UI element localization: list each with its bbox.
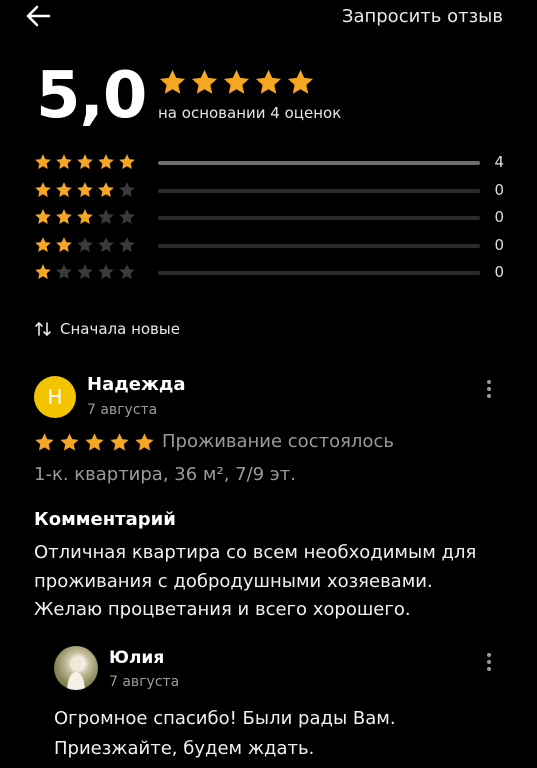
- star-icon: [191, 69, 218, 94]
- star-icon: [287, 69, 314, 94]
- distribution-bar: [158, 161, 480, 165]
- star-icon: [119, 154, 135, 169]
- review-stars: [34, 432, 155, 453]
- star-icon: [35, 433, 54, 451]
- star-icon: [56, 264, 72, 279]
- distribution-bar: [158, 243, 480, 248]
- review-date: 7 августа: [87, 402, 158, 418]
- star-icon: [35, 181, 51, 197]
- distribution-bar: [158, 188, 480, 193]
- star-icon: [77, 264, 93, 279]
- distribution-count: 0: [494, 235, 504, 254]
- star-icon: [98, 181, 114, 197]
- reply-more-options-icon[interactable]: [484, 651, 494, 673]
- summary-stars: [158, 68, 315, 97]
- reply-text: Огромное спасибо! Были рады Вам. Приезжа…: [54, 708, 396, 759]
- star-icon: [135, 433, 154, 451]
- star-icon: [255, 69, 282, 94]
- star-icon: [77, 154, 93, 169]
- star-icon: [119, 209, 135, 224]
- distribution-stars: [34, 263, 136, 281]
- comment-title: Комментарий: [34, 509, 176, 530]
- star-icon: [85, 433, 104, 451]
- more-options-icon[interactable]: [484, 378, 494, 400]
- distribution-count: 4: [494, 153, 504, 171]
- distribution-bar: [158, 271, 480, 275]
- rating-count: на основании 4 оценок: [158, 104, 342, 122]
- distribution-stars: [34, 236, 136, 254]
- distribution-bar: [158, 216, 480, 220]
- star-icon: [56, 154, 72, 169]
- stay-status: Проживание состоялось: [162, 431, 394, 452]
- star-icon: [98, 264, 114, 279]
- distribution-row: 0: [34, 260, 504, 288]
- rating-summary: 5,0 на основании 4 оценок: [36, 59, 506, 133]
- star-icon: [35, 209, 51, 224]
- distribution-bar-fill: [158, 161, 480, 165]
- star-icon: [159, 69, 186, 94]
- distribution-count: 0: [494, 180, 504, 199]
- arrow-left-icon: [26, 5, 51, 27]
- reply-avatar: [54, 646, 98, 690]
- review-author: Надежда: [87, 374, 186, 395]
- average-rating: 5,0: [36, 59, 147, 133]
- sort-label: Сначала новые: [60, 320, 180, 338]
- rating-distribution: 4 0 0 0 0: [34, 150, 504, 288]
- comment-text: Отличная квартира со всем необходимым дл…: [34, 542, 477, 620]
- sort-arrows-icon: [35, 322, 51, 336]
- back-button[interactable]: [24, 4, 52, 28]
- avatar: Н: [34, 376, 76, 418]
- distribution-count: 0: [494, 263, 504, 281]
- apartment-info: 1-к. квартира, 36 м², 7/9 эт.: [34, 464, 296, 485]
- star-icon: [98, 236, 114, 252]
- reply-date: 7 августа: [109, 674, 180, 690]
- star-icon: [77, 209, 93, 224]
- top-bar: Запросить отзыв: [0, 0, 537, 34]
- star-icon: [77, 236, 93, 252]
- star-icon: [98, 154, 114, 169]
- person-photo-icon: [67, 658, 85, 690]
- distribution-stars: [34, 153, 136, 171]
- distribution-stars: [34, 181, 136, 199]
- star-icon: [223, 69, 250, 94]
- star-icon: [77, 181, 93, 197]
- star-icon: [56, 181, 72, 197]
- request-review-button[interactable]: Запросить отзыв: [342, 6, 503, 27]
- star-icon: [60, 433, 79, 451]
- reply-author: Юлия: [109, 648, 165, 668]
- star-icon: [119, 181, 135, 197]
- star-icon: [98, 209, 114, 224]
- distribution-stars: [34, 208, 136, 226]
- distribution-row: 0: [34, 205, 504, 233]
- star-icon: [110, 433, 129, 451]
- star-icon: [35, 264, 51, 279]
- distribution-count: 0: [494, 208, 504, 226]
- star-icon: [119, 264, 135, 279]
- sort-button[interactable]: Сначала новые: [34, 320, 180, 338]
- star-icon: [56, 236, 72, 252]
- distribution-row: 4: [34, 150, 504, 178]
- distribution-row: 0: [34, 233, 504, 261]
- star-icon: [119, 236, 135, 252]
- star-icon: [56, 209, 72, 224]
- star-icon: [35, 154, 51, 169]
- star-icon: [35, 236, 51, 252]
- distribution-row: 0: [34, 178, 504, 206]
